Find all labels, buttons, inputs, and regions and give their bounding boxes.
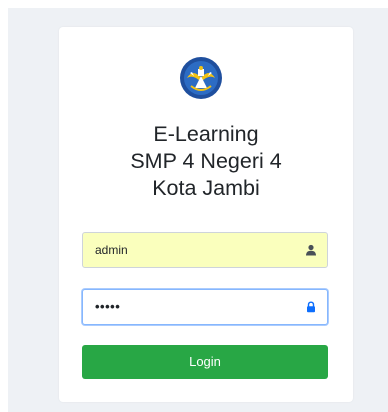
login-card: E-Learning SMP 4 Negeri 4 Kota Jambi adm… <box>59 27 353 402</box>
page-background: E-Learning SMP 4 Negeri 4 Kota Jambi adm… <box>8 8 388 412</box>
username-value: admin <box>95 243 128 257</box>
app-title-line-2: SMP 4 Negeri 4 <box>130 149 282 173</box>
app-title: E-Learning SMP 4 Negeri 4 Kota Jambi <box>59 121 353 202</box>
password-value: ••••• <box>95 299 121 314</box>
app-title-line-3: Kota Jambi <box>152 176 260 200</box>
user-icon <box>306 244 316 256</box>
app-title-line-1: E-Learning <box>153 122 259 146</box>
password-field[interactable]: ••••• <box>82 289 328 325</box>
tut-wuri-handayani-logo-icon <box>180 57 222 99</box>
lock-icon <box>307 301 315 313</box>
username-field[interactable]: admin <box>82 232 328 268</box>
login-button[interactable]: Login <box>82 345 328 379</box>
